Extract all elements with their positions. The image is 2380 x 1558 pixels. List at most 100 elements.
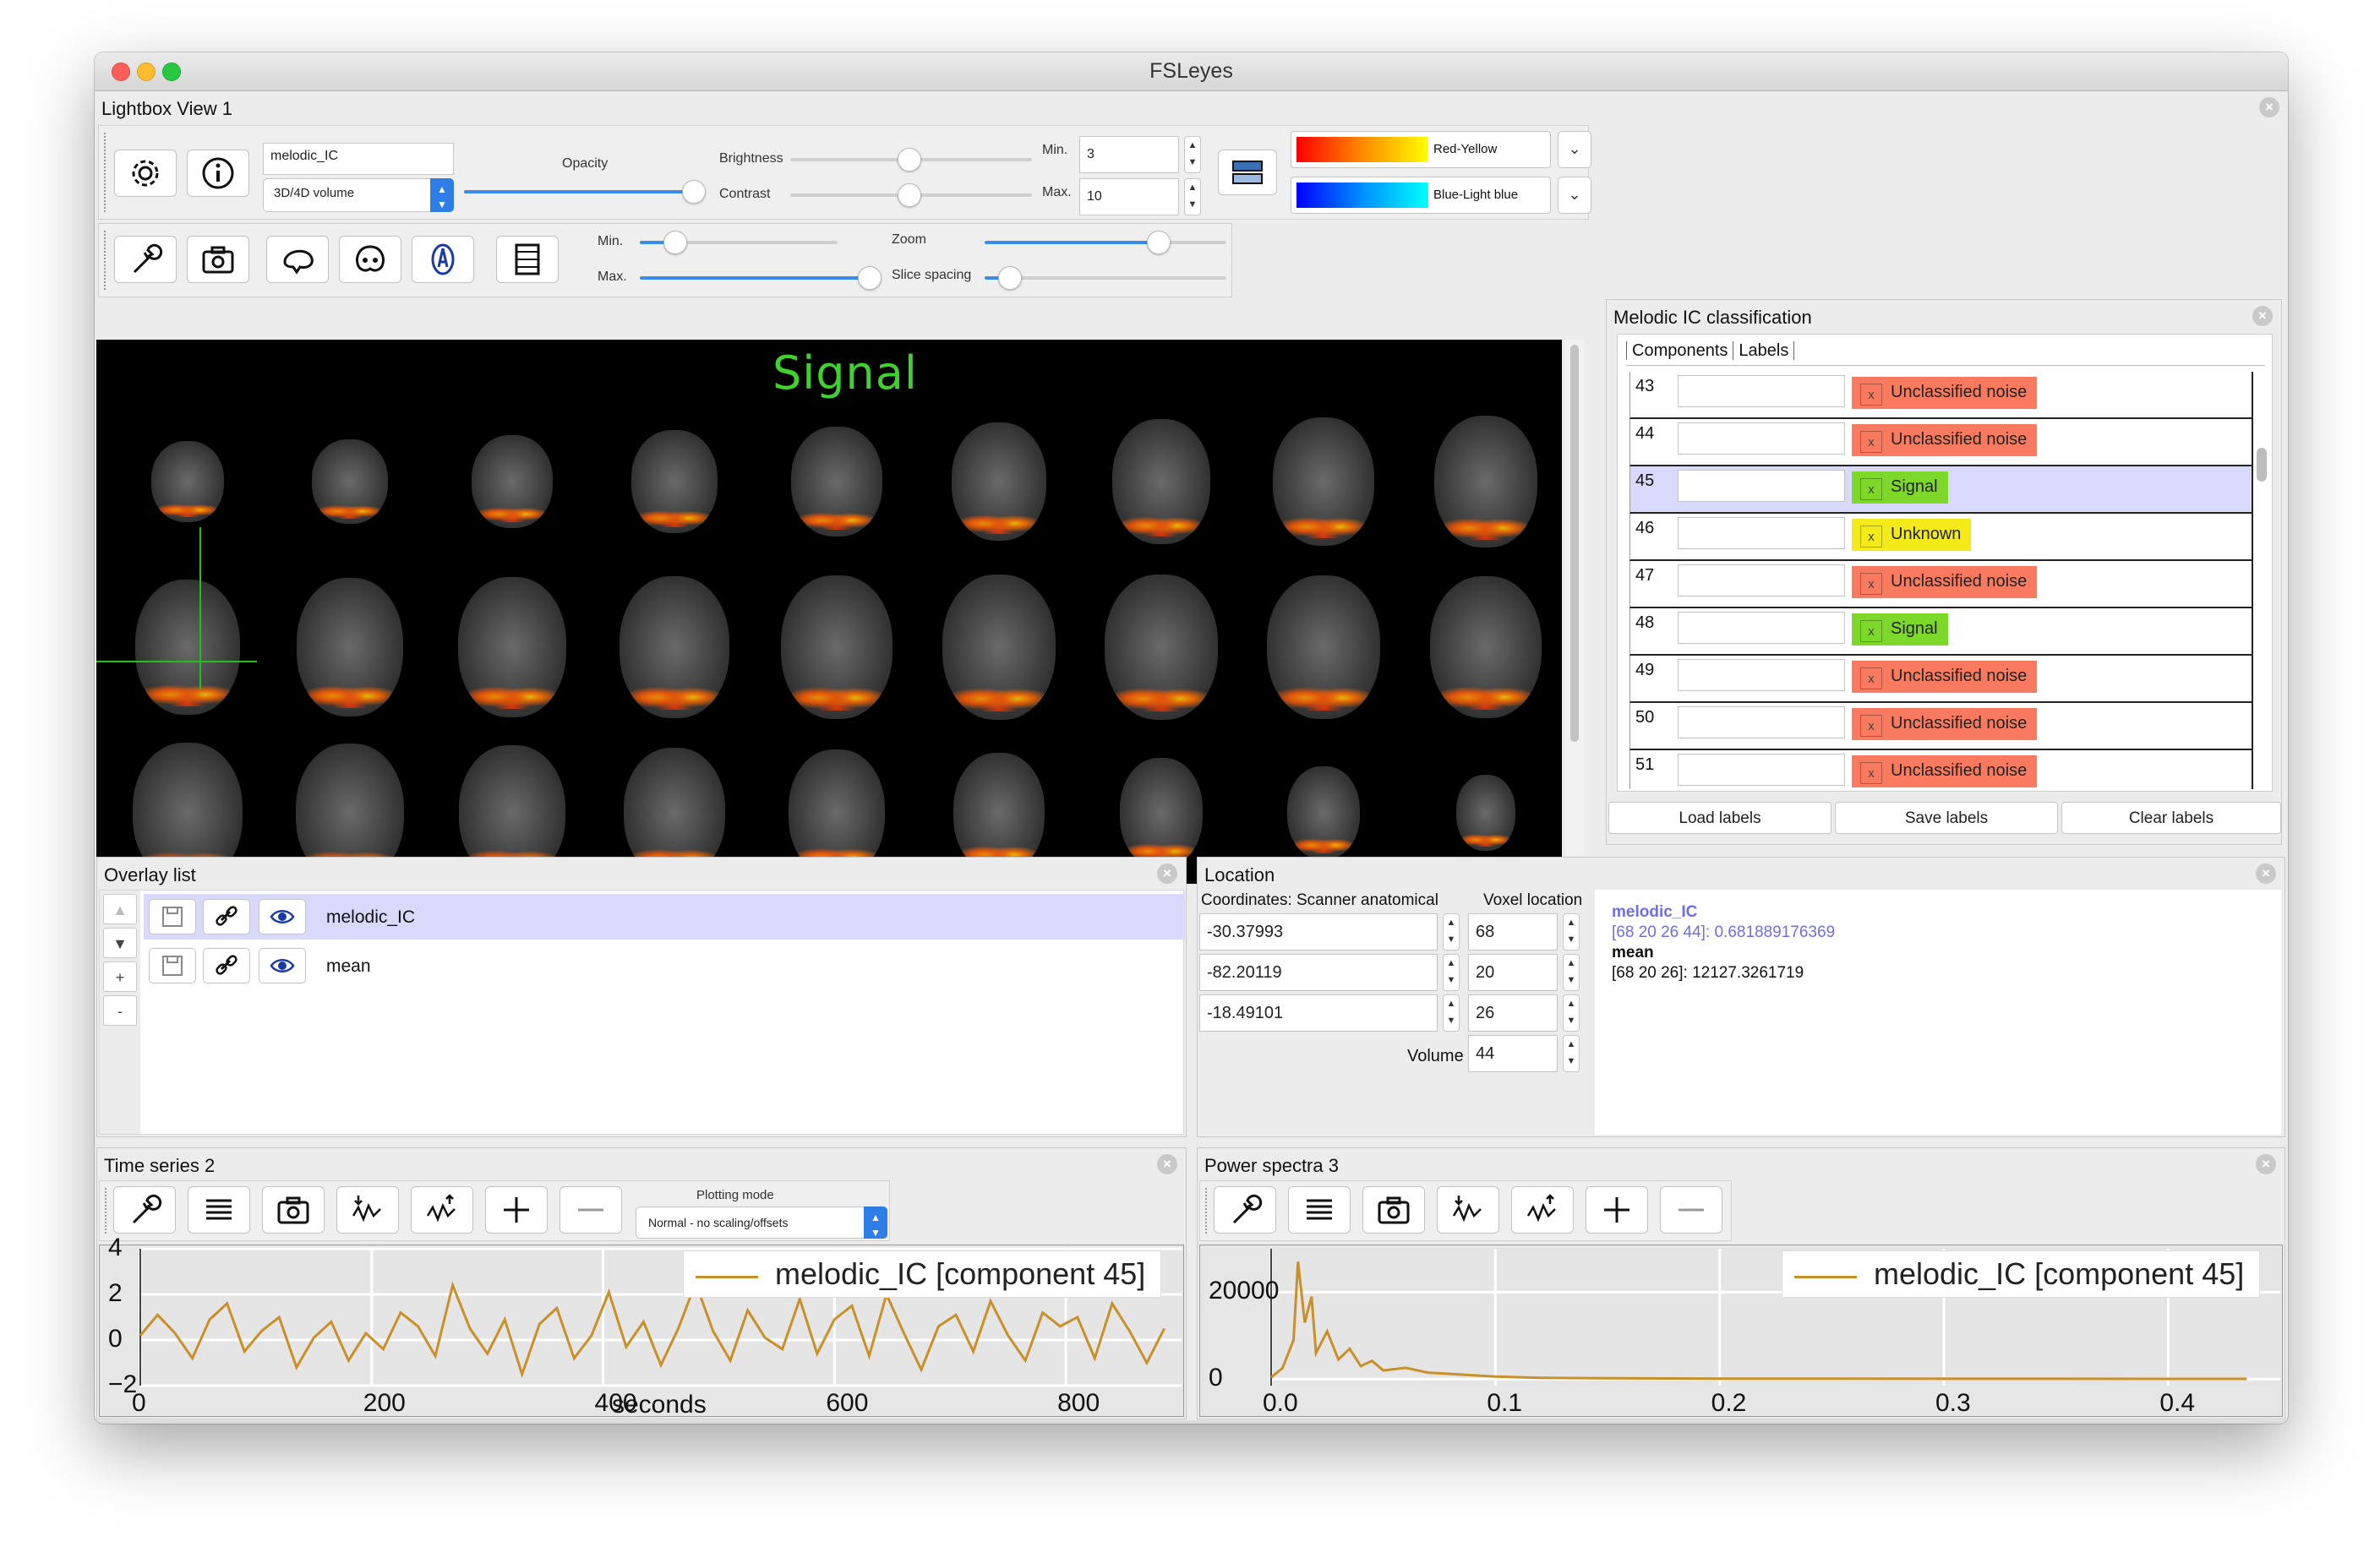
coordinate-z-stepper[interactable]: ▲ ▼ xyxy=(1443,994,1460,1032)
lightbox-canvas[interactable]: Signal xyxy=(96,340,1562,884)
slice-max-slider-knob[interactable] xyxy=(858,266,882,290)
display-settings-button[interactable] xyxy=(114,150,177,197)
negative-colormap-dropdown[interactable]: ⌄ xyxy=(1558,177,1591,214)
export-data-button[interactable] xyxy=(411,1186,473,1234)
canvas-scrollbar-thumb[interactable] xyxy=(1570,345,1579,742)
coordinate-y-stepper[interactable]: ▲ ▼ xyxy=(1443,954,1460,991)
brightness-slider-knob[interactable] xyxy=(898,148,921,172)
toolbar-grip[interactable] xyxy=(104,231,108,290)
plot-screenshot-button[interactable] xyxy=(262,1186,325,1234)
brain-slice[interactable] xyxy=(135,580,240,715)
close-icon[interactable]: × xyxy=(1157,863,1177,884)
toolbar-grip[interactable] xyxy=(104,133,108,212)
remove-label-icon[interactable]: x xyxy=(1860,667,1882,689)
screenshot-button[interactable] xyxy=(187,236,249,283)
brain-slice[interactable] xyxy=(1287,766,1360,859)
remove-label-icon[interactable]: x xyxy=(1860,431,1882,453)
close-icon[interactable]: × xyxy=(1157,1154,1177,1174)
label-tag[interactable]: x Signal xyxy=(1852,471,1948,504)
label-input[interactable] xyxy=(1678,564,1845,597)
plot-list-button[interactable] xyxy=(188,1186,250,1234)
label-tag[interactable]: x Unclassified noise xyxy=(1852,661,2038,693)
brain-slice[interactable] xyxy=(952,422,1046,541)
remove-series-button[interactable] xyxy=(560,1186,622,1234)
display-min-field[interactable]: 3 xyxy=(1079,136,1179,173)
slice-max-slider[interactable] xyxy=(640,276,875,280)
component-row[interactable]: 44 x Unclassified noise xyxy=(1629,419,2253,466)
axial-view-button[interactable] xyxy=(412,236,474,283)
sagittal-view-button[interactable] xyxy=(266,236,329,283)
plotting-mode-select[interactable]: Normal - no scaling/offsets ▲ ▼ xyxy=(636,1207,887,1239)
voxel-z-stepper[interactable]: ▲ ▼ xyxy=(1563,994,1580,1032)
label-input[interactable] xyxy=(1678,517,1845,549)
brain-slice[interactable] xyxy=(781,575,892,719)
label-tag[interactable]: x Unclassified noise xyxy=(1852,566,2038,598)
toolbar-grip[interactable] xyxy=(1205,1188,1209,1234)
label-input[interactable] xyxy=(1678,659,1845,691)
volume-field[interactable]: 44 xyxy=(1468,1035,1558,1072)
voxel-x-stepper[interactable]: ▲ ▼ xyxy=(1563,913,1580,951)
view-settings-button[interactable] xyxy=(114,236,177,283)
visibility-button[interactable] xyxy=(259,948,306,983)
label-tag[interactable]: x Unknown xyxy=(1852,519,1972,551)
canvas-scrollbar[interactable] xyxy=(1565,340,1584,884)
label-tag[interactable]: x Unclassified noise xyxy=(1852,424,2038,456)
brain-slice[interactable] xyxy=(1120,758,1203,868)
close-icon[interactable]: × xyxy=(2256,1154,2276,1174)
label-input[interactable] xyxy=(1678,422,1845,455)
brain-slice[interactable] xyxy=(1430,576,1542,718)
zoom-slider[interactable] xyxy=(985,241,1162,244)
brain-slice[interactable] xyxy=(151,441,224,522)
link-button[interactable] xyxy=(203,899,250,934)
brain-slice[interactable] xyxy=(1105,575,1218,720)
remove-overlay-button[interactable]: - xyxy=(103,995,137,1026)
negative-colormap-select[interactable]: Blue-Light blue xyxy=(1291,177,1551,214)
label-input[interactable] xyxy=(1678,375,1845,407)
component-row[interactable]: 50 x Unclassified noise xyxy=(1629,703,2253,750)
remove-label-icon[interactable]: x xyxy=(1860,715,1882,737)
label-input[interactable] xyxy=(1678,612,1845,644)
import-data-button[interactable] xyxy=(336,1186,399,1234)
colour-bar-button[interactable] xyxy=(1218,150,1277,195)
brain-slice[interactable] xyxy=(458,577,566,717)
move-down-button[interactable]: ▼ xyxy=(103,928,137,958)
remove-label-icon[interactable]: x xyxy=(1860,762,1882,784)
coordinate-y-field[interactable]: -82.20119 xyxy=(1199,954,1438,991)
tab-components[interactable]: Components xyxy=(1626,341,1733,360)
opacity-slider-knob[interactable] xyxy=(682,180,706,204)
label-input[interactable] xyxy=(1678,754,1845,786)
zoom-slider-track[interactable] xyxy=(1162,241,1226,244)
import-data-button[interactable] xyxy=(1437,1186,1499,1234)
close-icon[interactable]: × xyxy=(2259,97,2279,117)
remove-label-icon[interactable]: x xyxy=(1860,478,1882,500)
export-data-button[interactable] xyxy=(1511,1186,1574,1234)
close-icon[interactable]: × xyxy=(2256,863,2276,884)
remove-series-button[interactable] xyxy=(1660,1186,1722,1234)
time-series-plot[interactable]: melodic_IC [component 45] 0 200 400 600 800 4… xyxy=(99,1234,1184,1419)
load-labels-button[interactable]: Load labels xyxy=(1608,802,1831,834)
coronal-view-button[interactable] xyxy=(339,236,401,283)
display-max-field[interactable]: 10 xyxy=(1079,178,1179,215)
voxel-y-stepper[interactable]: ▲ ▼ xyxy=(1563,954,1580,991)
brain-slice[interactable] xyxy=(1456,775,1515,851)
save-button[interactable] xyxy=(149,899,196,934)
brain-slice[interactable] xyxy=(297,578,403,716)
slice-min-slider-track[interactable] xyxy=(682,241,838,244)
display-max-stepper[interactable]: ▲ ▼ xyxy=(1184,178,1201,215)
component-row[interactable]: 51 x Unclassified noise xyxy=(1629,750,2253,789)
component-row[interactable]: 49 x Unclassified noise xyxy=(1629,656,2253,703)
label-tag[interactable]: x Unclassified noise xyxy=(1852,708,2038,740)
overlay-name-field[interactable]: melodic_IC xyxy=(263,143,454,175)
label-tag[interactable]: x Unclassified noise xyxy=(1852,377,2038,409)
overlay-type-select[interactable]: 3D/4D volume ▲ ▼ xyxy=(263,178,454,212)
label-tag[interactable]: x Unclassified noise xyxy=(1852,755,2038,787)
component-row[interactable]: 48 x Signal xyxy=(1629,608,2253,656)
slice-spacing-slider-knob[interactable] xyxy=(998,266,1022,290)
power-spectra-plot[interactable]: melodic_IC [component 45] 0.0 0.1 0.2 0.3 0.… xyxy=(1199,1245,2283,1417)
tab-labels[interactable]: Labels xyxy=(1733,341,1795,360)
plot-settings-button[interactable] xyxy=(113,1186,176,1234)
voxel-y-field[interactable]: 20 xyxy=(1468,954,1558,991)
save-button[interactable] xyxy=(149,948,196,983)
add-overlay-button[interactable]: + xyxy=(103,961,137,992)
plot-settings-button[interactable] xyxy=(1214,1186,1276,1234)
